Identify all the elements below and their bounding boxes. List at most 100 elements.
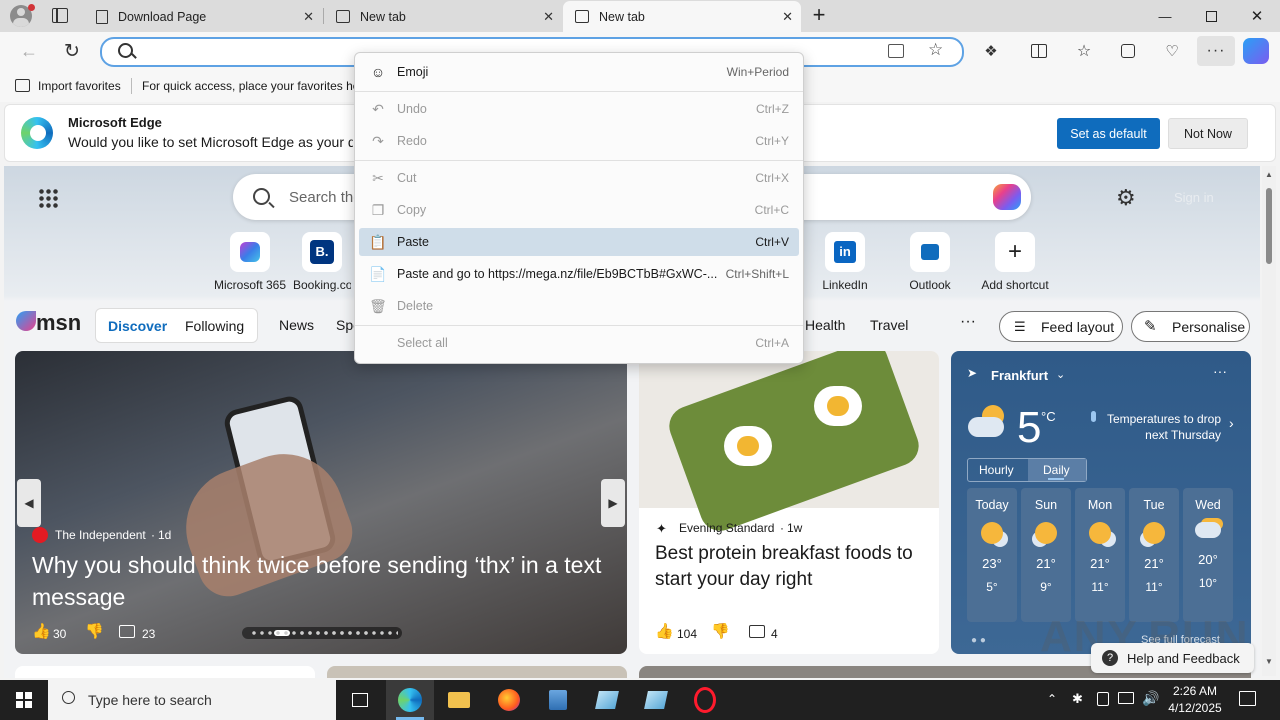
dislike-icon[interactable]: 👎: [711, 622, 730, 640]
notepad-app-icon-2[interactable]: [632, 680, 680, 720]
opera-icon[interactable]: [681, 680, 729, 720]
shortcut-linkedin[interactable]: in LinkedIn: [803, 232, 887, 292]
carousel-dots[interactable]: [242, 627, 402, 639]
close-tab-icon[interactable]: ✕: [543, 9, 554, 25]
nav-news[interactable]: News: [279, 317, 314, 333]
feed-layout-button[interactable]: ☰ Feed layout: [999, 311, 1123, 342]
shortcut-booking[interactable]: B. Booking.com: [293, 232, 351, 292]
like-icon[interactable]: 👍: [32, 622, 51, 640]
like-icon[interactable]: 👍: [655, 622, 674, 640]
taskbar-search-box[interactable]: Type here to search: [48, 680, 336, 720]
restore-icon[interactable]: [1188, 0, 1234, 32]
sign-in-link[interactable]: Sign in: [1174, 190, 1214, 205]
dislike-icon[interactable]: 👎: [85, 622, 104, 640]
tab-following[interactable]: Following: [185, 318, 244, 334]
scroll-thumb[interactable]: [1266, 188, 1272, 264]
pager-dots[interactable]: ● ●: [971, 635, 986, 646]
more-nav-icon[interactable]: ···: [960, 313, 976, 331]
help-feedback-button[interactable]: ? Help and Feedback: [1091, 643, 1254, 673]
installer-app-icon[interactable]: [534, 680, 582, 720]
edge-taskbar-icon[interactable]: [386, 680, 434, 720]
shortcut-microsoft-365[interactable]: Microsoft 365: [208, 232, 292, 292]
favorite-star-icon[interactable]: ☆: [928, 40, 943, 60]
menu-item-paste[interactable]: 📋 Paste Ctrl+V: [359, 228, 799, 256]
menu-item-redo[interactable]: ↷ Redo Ctrl+Y: [359, 127, 799, 155]
menu-item-delete[interactable]: 🗑 Delete: [359, 292, 799, 320]
nav-health[interactable]: Health: [805, 317, 845, 333]
carousel-next-button[interactable]: ▶: [601, 479, 625, 527]
hero-headline[interactable]: Why you should think twice before sendin…: [32, 549, 617, 613]
menu-item-cut[interactable]: ✂ Cut Ctrl+X: [359, 164, 799, 192]
favorites-icon[interactable]: ☆: [1069, 36, 1099, 66]
tab-new-tab-1[interactable]: New tab ✕: [324, 1, 562, 32]
forecast-day-mon[interactable]: Mon 21° 11°: [1075, 488, 1125, 622]
forecast-day-wed[interactable]: Wed 20° 10°: [1183, 488, 1233, 622]
next-card[interactable]: [15, 666, 315, 678]
comment-icon[interactable]: [119, 625, 135, 638]
page-settings-icon[interactable]: ⚙: [1116, 185, 1136, 211]
import-favorites-link[interactable]: Import favorites: [38, 79, 121, 93]
nav-sports[interactable]: Sports: [336, 317, 354, 333]
tab-daily[interactable]: Daily: [1043, 463, 1070, 477]
read-aloud-icon[interactable]: [888, 44, 904, 58]
copilot-search-icon[interactable]: [993, 184, 1021, 210]
tab-actions-icon[interactable]: [52, 8, 68, 23]
performance-icon[interactable]: ♡: [1157, 36, 1187, 66]
tab-hourly[interactable]: Hourly: [979, 463, 1014, 477]
network-icon[interactable]: [1118, 692, 1134, 704]
apps-launcher-icon[interactable]: [38, 188, 58, 208]
close-window-icon[interactable]: ✕: [1234, 0, 1280, 32]
next-card[interactable]: [327, 666, 627, 678]
scroll-up-icon[interactable]: ▲: [1265, 170, 1273, 179]
page-scrollbar[interactable]: ▲ ▼: [1262, 166, 1276, 676]
new-tab-plus-icon[interactable]: +: [808, 4, 830, 26]
weather-more-icon[interactable]: ···: [1213, 363, 1227, 379]
forecast-day-tue[interactable]: Tue 21° 11°: [1129, 488, 1179, 622]
show-hidden-icons[interactable]: ⌃: [1047, 692, 1057, 706]
chevron-down-icon[interactable]: ⌄: [1056, 368, 1065, 381]
volume-icon[interactable]: 🔊: [1142, 690, 1159, 707]
split-screen-icon[interactable]: [1024, 36, 1054, 66]
menu-item-emoji[interactable]: ☺ Emoji Win+Period: [359, 58, 799, 86]
tab-download-page[interactable]: Download Page ✕: [84, 1, 322, 32]
minimize-icon[interactable]: —: [1142, 0, 1188, 32]
tray-app-icon[interactable]: ✱: [1072, 691, 1083, 707]
hero-card[interactable]: ◀ ▶ The Independent · 1d Why you should …: [15, 351, 627, 654]
firefox-icon[interactable]: [485, 680, 533, 720]
msn-logo[interactable]: msn: [36, 310, 81, 336]
scroll-down-icon[interactable]: ▼: [1265, 657, 1273, 666]
forecast-day-sun[interactable]: Sun 21° 9°: [1021, 488, 1071, 622]
settings-more-icon[interactable]: ···: [1197, 36, 1235, 66]
shortcut-add[interactable]: + Add shortcut: [973, 232, 1057, 292]
chevron-right-icon[interactable]: ›: [1229, 415, 1234, 431]
file-explorer-icon[interactable]: [435, 680, 483, 720]
task-view-icon[interactable]: [336, 680, 384, 720]
article-card[interactable]: ✦ Evening Standard · 1w Best protein bre…: [639, 351, 939, 654]
carousel-prev-button[interactable]: ◀: [17, 479, 41, 527]
notepad-app-icon[interactable]: [583, 680, 631, 720]
shortcut-outlook[interactable]: Outlook: [888, 232, 972, 292]
copilot-icon[interactable]: [1243, 38, 1269, 64]
menu-item-select-all[interactable]: Select all Ctrl+A: [359, 329, 799, 357]
back-icon[interactable]: ←: [14, 36, 44, 66]
comment-icon[interactable]: [749, 625, 765, 638]
set-as-default-button[interactable]: Set as default: [1057, 118, 1160, 149]
refresh-icon[interactable]: ↻: [57, 36, 87, 66]
clock[interactable]: 2:26 AM 4/12/2025: [1160, 683, 1230, 717]
weather-city[interactable]: Frankfurt: [991, 368, 1048, 383]
extensions-icon[interactable]: ❖: [976, 36, 1006, 66]
menu-item-undo[interactable]: ↶ Undo Ctrl+Z: [359, 95, 799, 123]
nav-travel[interactable]: Travel: [870, 317, 908, 333]
close-tab-icon[interactable]: ✕: [782, 9, 793, 25]
personalise-button[interactable]: ✎ Personalise: [1131, 311, 1250, 342]
forecast-day-today[interactable]: Today 23° 5°: [967, 488, 1017, 622]
tray-device-icon[interactable]: [1097, 692, 1109, 706]
tab-discover[interactable]: Discover: [108, 318, 167, 334]
tab-new-tab-2[interactable]: New tab ✕: [563, 1, 801, 32]
collections-icon[interactable]: [1113, 36, 1143, 66]
article-headline[interactable]: Best protein breakfast foods to start yo…: [655, 541, 925, 593]
not-now-button[interactable]: Not Now: [1168, 118, 1248, 149]
menu-item-copy[interactable]: ❐ Copy Ctrl+C: [359, 196, 799, 224]
start-button[interactable]: [0, 680, 48, 720]
menu-item-paste-and-go[interactable]: 📄 Paste and go to https://mega.nz/file/E…: [359, 260, 799, 288]
